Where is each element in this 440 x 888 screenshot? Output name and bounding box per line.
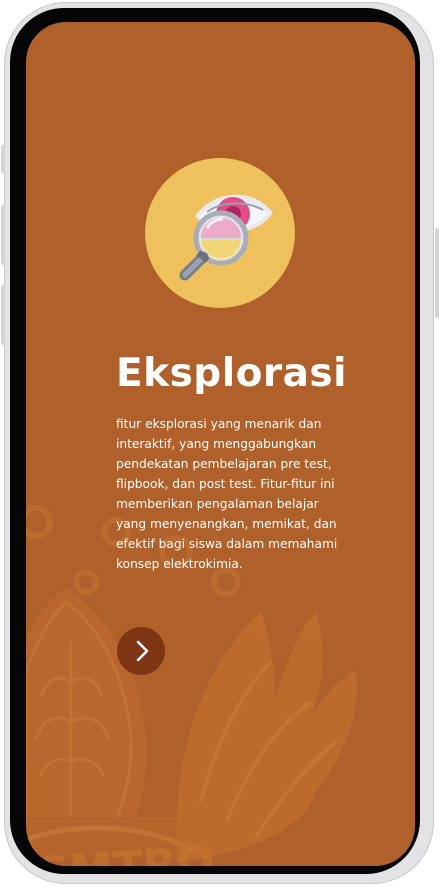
- phone-side-button: [1, 145, 5, 173]
- phone-volume-down-button: [1, 285, 5, 345]
- page-title: Eksplorasi: [116, 351, 348, 396]
- phone-power-button: [435, 228, 439, 318]
- magnifier-over-eye-icon: [179, 194, 273, 281]
- onboarding-screen: SMTRO Eksplorasi fitur eksplorasi yang m…: [26, 22, 415, 866]
- illustration-circle: [145, 158, 295, 308]
- feature-description: fitur eksplorasi yang menarik dan intera…: [116, 417, 338, 571]
- phone-volume-up-button: [1, 205, 5, 265]
- next-button[interactable]: [117, 627, 165, 675]
- chevron-right-icon: [136, 640, 149, 662]
